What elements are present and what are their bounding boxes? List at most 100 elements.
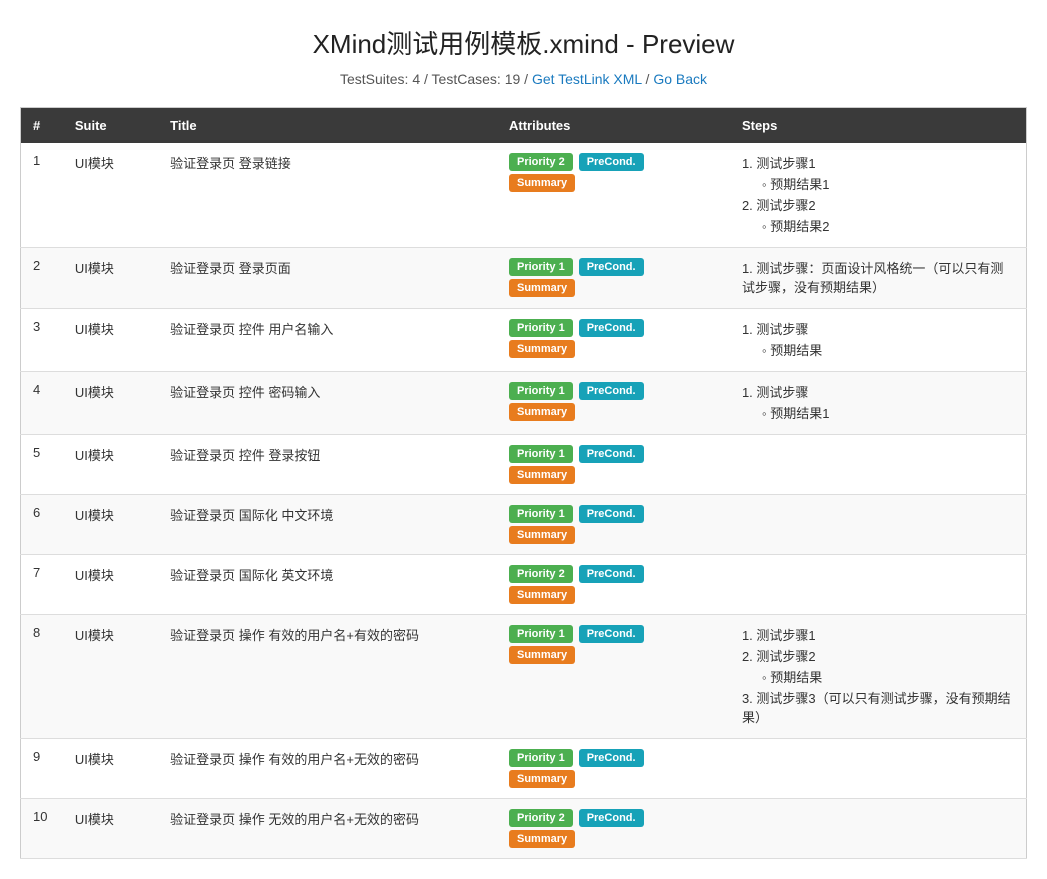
cell-attributes: Priority 1PreCond.Summary: [497, 435, 730, 495]
badge-summary: Summary: [509, 403, 575, 421]
step-item: 测试步骤2: [742, 646, 1014, 665]
badge-summary: Summary: [509, 526, 575, 544]
cell-title: 验证登录页 控件 登录按钮: [158, 435, 497, 495]
cell-num: 6: [21, 495, 63, 555]
cell-suite: UI模块: [63, 435, 158, 495]
cell-suite: UI模块: [63, 248, 158, 309]
page-meta: TestSuites: 4 / TestCases: 19 / Get Test…: [20, 71, 1027, 87]
cell-title: 验证登录页 国际化 中文环境: [158, 495, 497, 555]
step-item: 预期结果: [762, 667, 1014, 686]
cell-suite: UI模块: [63, 495, 158, 555]
cell-num: 1: [21, 143, 63, 248]
cell-title: 验证登录页 控件 密码输入: [158, 372, 497, 435]
table-row: 5UI模块验证登录页 控件 登录按钮Priority 1PreCond.Summ…: [21, 435, 1027, 495]
cell-num: 5: [21, 435, 63, 495]
cell-suite: UI模块: [63, 143, 158, 248]
col-header-suite: Suite: [63, 108, 158, 144]
step-item: 测试步骤2: [742, 195, 1014, 214]
cell-attributes: Priority 2 PreCond.Summary: [497, 143, 730, 248]
step-item: 预期结果1: [762, 403, 1014, 422]
cell-num: 8: [21, 615, 63, 739]
cell-steps: 测试步骤预期结果: [730, 309, 1027, 372]
go-back-link[interactable]: Go Back: [653, 71, 707, 87]
cell-steps: [730, 739, 1027, 799]
col-header-steps: Steps: [730, 108, 1027, 144]
cell-title: 验证登录页 国际化 英文环境: [158, 555, 497, 615]
badge-summary: Summary: [509, 340, 575, 358]
badge-priority: Priority 1: [509, 749, 573, 767]
step-item: 测试步骤：页面设计风格统一（可以只有测试步骤，没有预期结果）: [742, 258, 1014, 296]
col-header-title: Title: [158, 108, 497, 144]
cell-attributes: Priority 1 PreCond.Summary: [497, 739, 730, 799]
cell-attributes: Priority 1PreCond.Summary: [497, 495, 730, 555]
cell-steps: [730, 799, 1027, 859]
cell-num: 4: [21, 372, 63, 435]
cell-num: 2: [21, 248, 63, 309]
cell-num: 3: [21, 309, 63, 372]
cell-suite: UI模块: [63, 615, 158, 739]
step-item: 测试步骤1: [742, 625, 1014, 644]
cell-title: 验证登录页 登录页面: [158, 248, 497, 309]
cell-steps: 测试步骤预期结果1: [730, 372, 1027, 435]
badge-summary: Summary: [509, 830, 575, 848]
cell-steps: 测试步骤1 预期结果1 测试步骤2 预期结果2: [730, 143, 1027, 248]
badge-priority: Priority 2: [509, 153, 573, 171]
cell-title: 验证登录页 操作 有效的用户名+有效的密码: [158, 615, 497, 739]
badge-precond: PreCond.: [579, 809, 644, 827]
cell-attributes: Priority 1PreCond.Summary: [497, 615, 730, 739]
step-item: 预期结果: [762, 340, 1014, 359]
badge-summary: Summary: [509, 770, 575, 788]
badge-summary: Summary: [509, 174, 575, 192]
badge-precond: PreCond.: [579, 565, 644, 583]
cell-steps: [730, 435, 1027, 495]
badge-summary: Summary: [509, 279, 575, 297]
page-title: XMind测试用例模板.xmind - Preview: [20, 24, 1027, 61]
cell-suite: UI模块: [63, 739, 158, 799]
badge-priority: Priority 2: [509, 809, 573, 827]
badge-precond: PreCond.: [579, 445, 644, 463]
cell-attributes: Priority 1 PreCond.Summary: [497, 248, 730, 309]
badge-summary: Summary: [509, 466, 575, 484]
step-item: 测试步骤: [742, 382, 1014, 401]
step-item: 预期结果2: [762, 216, 1014, 235]
cell-title: 验证登录页 登录链接: [158, 143, 497, 248]
cell-attributes: Priority 1 PreCond.Summary: [497, 309, 730, 372]
step-item: 测试步骤: [742, 319, 1014, 338]
step-item: 预期结果1: [762, 174, 1014, 193]
table-row: 4UI模块验证登录页 控件 密码输入 Priority 1 PreCond.Summ…: [21, 372, 1027, 435]
badge-precond: PreCond.: [579, 382, 644, 400]
cell-steps: 测试步骤：页面设计风格统一（可以只有测试步骤，没有预期结果）: [730, 248, 1027, 309]
col-header-num: #: [21, 108, 63, 144]
table-row: 9UI模块验证登录页 操作 有效的用户名+无效的密码Priority 1PreC…: [21, 739, 1027, 799]
col-header-attributes: Attributes: [497, 108, 730, 144]
get-testlink-xml-link[interactable]: Get TestLink XML: [532, 71, 642, 87]
cell-title: 验证登录页 操作 无效的用户名+无效的密码: [158, 799, 497, 859]
badge-precond: PreCond.: [579, 749, 644, 767]
cell-attributes: Priority 2PreCond.Summary: [497, 555, 730, 615]
step-item: 测试步骤1: [742, 153, 1014, 172]
badge-priority: Priority 1: [509, 258, 573, 276]
badge-precond: PreCond.: [579, 319, 644, 337]
step-item: 测试步骤3（可以只有测试步骤，没有预期结果）: [742, 688, 1014, 726]
table-wrap: # Suite Title Attributes Steps 1UI模块验证登录…: [0, 97, 1047, 879]
cell-title: 验证登录页 控件 用户名输入: [158, 309, 497, 372]
table-row: 3UI模块验证登录页 控件 用户名输入Priority 1PreCond.Sum…: [21, 309, 1027, 372]
cell-steps: [730, 555, 1027, 615]
table-row: 1UI模块验证登录页 登录链接 Priority 2 PreCond.Summary…: [21, 143, 1027, 248]
table-row: 6UI模块验证登录页 国际化 中文环境Priority 1PreCond.Sum…: [21, 495, 1027, 555]
test-cases-table: # Suite Title Attributes Steps 1UI模块验证登录…: [20, 107, 1027, 859]
cell-steps: 测试步骤1 测试步骤2 预期结果测试步骤3（可以只有测试步骤，没有预期结果）: [730, 615, 1027, 739]
cell-num: 7: [21, 555, 63, 615]
cell-suite: UI模块: [63, 555, 158, 615]
cell-suite: UI模块: [63, 372, 158, 435]
cell-num: 10: [21, 799, 63, 859]
badge-precond: PreCond.: [579, 153, 644, 171]
badge-priority: Priority 1: [509, 382, 573, 400]
badge-priority: Priority 1: [509, 319, 573, 337]
cell-suite: UI模块: [63, 799, 158, 859]
badge-precond: PreCond.: [579, 505, 644, 523]
badge-priority: Priority 1: [509, 625, 573, 643]
badge-precond: PreCond.: [579, 258, 644, 276]
table-row: 7UI模块验证登录页 国际化 英文环境Priority 2PreCond.Sum…: [21, 555, 1027, 615]
table-row: 8UI模块验证登录页 操作 有效的用户名+有效的密码Priority 1PreC…: [21, 615, 1027, 739]
